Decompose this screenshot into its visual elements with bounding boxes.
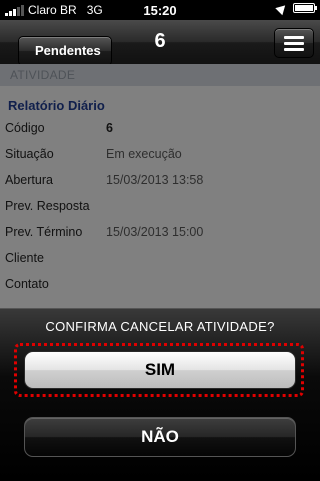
back-button-label: Pendentes xyxy=(18,36,112,66)
page-title: 6 xyxy=(154,30,166,52)
confirm-button[interactable]: SIM xyxy=(24,351,296,389)
status-right xyxy=(275,1,317,15)
battery-icon xyxy=(293,3,317,13)
cancel-button[interactable]: NÃO xyxy=(24,417,296,457)
clock: 15:20 xyxy=(143,3,177,18)
navigation-bar: Pendentes 6 xyxy=(0,20,320,66)
status-bar: Claro BR 3G 15:20 xyxy=(0,0,320,20)
hamburger-icon xyxy=(284,36,304,39)
location-arrow-icon xyxy=(275,1,289,15)
menu-button[interactable] xyxy=(274,28,314,58)
modal-overlay xyxy=(0,64,320,309)
action-sheet: CONFIRMA CANCELAR ATIVIDADE? SIM NÃO xyxy=(0,308,320,481)
action-sheet-title: CONFIRMA CANCELAR ATIVIDADE? xyxy=(45,319,275,334)
